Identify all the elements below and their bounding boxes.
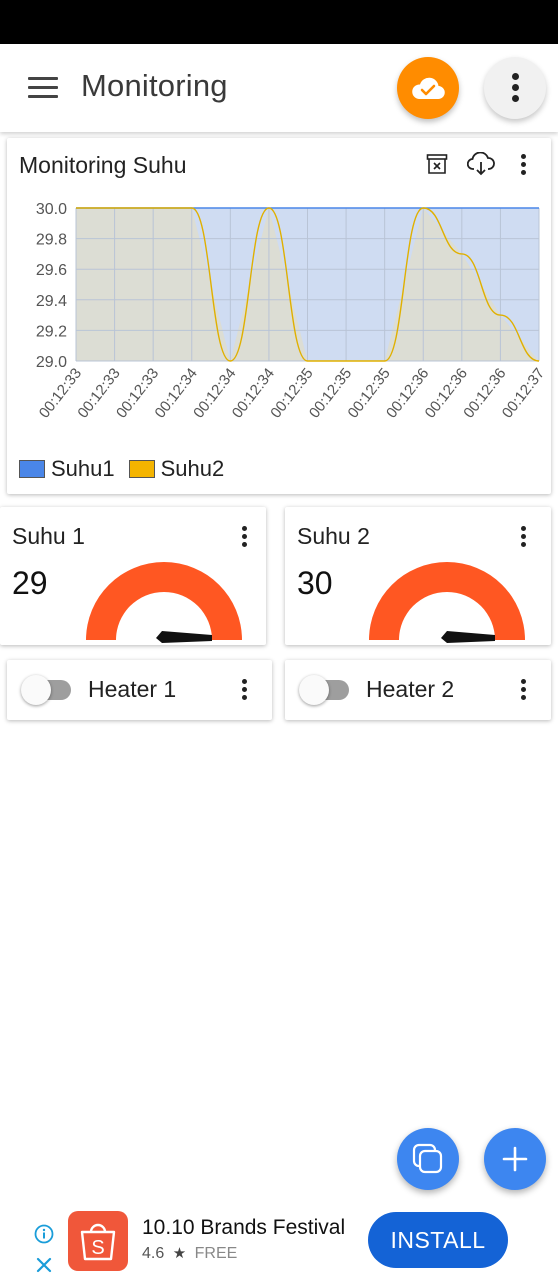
- cloud-check-icon: [412, 77, 445, 100]
- add-widget-button[interactable]: [484, 1128, 546, 1190]
- gauge-title: Suhu 1: [12, 523, 85, 549]
- y-tick-label: 29.2: [36, 323, 67, 340]
- chart-card-title: Monitoring Suhu: [19, 152, 187, 178]
- cloud-download-icon[interactable]: [467, 151, 495, 177]
- ad-rating: 4.6: [142, 1245, 165, 1262]
- legend-label-suhu2: Suhu2: [160, 456, 225, 481]
- page-title: Monitoring: [81, 68, 228, 103]
- more-vertical-icon[interactable]: [517, 678, 529, 702]
- switch-card-heater1: Heater 1: [7, 660, 272, 720]
- svg-text:S: S: [91, 1237, 104, 1259]
- ad-banner: S 10.10 Brands Festival 4.6 ★ FREE INSTA…: [0, 1202, 558, 1280]
- legend-swatch-suhu1: [19, 460, 45, 478]
- copy-icon: [412, 1143, 443, 1174]
- switch-card-heater2: Heater 2: [285, 660, 551, 720]
- more-vertical-icon[interactable]: [238, 525, 250, 549]
- more-vertical-icon[interactable]: [517, 153, 529, 177]
- ad-title[interactable]: 10.10 Brands Festival: [142, 1216, 345, 1240]
- switch-label: Heater 2: [366, 676, 455, 702]
- gauge-needle: [156, 631, 212, 643]
- gauge-needle: [441, 631, 495, 643]
- chart-card: Monitoring Suhu 30.0 29.8 29.6 29.4 29.2 29.0…: [7, 138, 551, 494]
- close-icon[interactable]: [35, 1256, 53, 1274]
- gauge-value: 29: [12, 565, 48, 601]
- install-button[interactable]: INSTALL: [368, 1212, 508, 1268]
- app-bar: Monitoring: [0, 44, 558, 132]
- ad-app-logo[interactable]: S: [68, 1211, 128, 1271]
- star-icon: ★: [172, 1245, 187, 1262]
- line-chart: 30.029.829.629.429.229.000:12:3300:12:33…: [36, 201, 548, 421]
- legend-label-suhu1: Suhu1: [51, 456, 115, 481]
- hamburger-menu-icon[interactable]: [22, 72, 64, 104]
- cloud-sync-button[interactable]: [397, 57, 459, 119]
- ad-price: FREE: [194, 1245, 238, 1262]
- info-icon[interactable]: [34, 1224, 54, 1244]
- gauge-card-suhu2: Suhu 2 30: [285, 507, 551, 645]
- chart-legend: Suhu1 Suhu2: [19, 456, 238, 482]
- y-tick-label: 29.4: [36, 293, 67, 310]
- duplicate-button[interactable]: [397, 1128, 459, 1190]
- y-tick-label: 30.0: [36, 201, 67, 218]
- gauge-dial: [369, 562, 525, 643]
- more-vertical-icon: [511, 73, 519, 103]
- legend-item-suhu1[interactable]: Suhu1: [19, 456, 115, 482]
- plus-icon: [502, 1146, 528, 1172]
- legend-item-suhu2[interactable]: Suhu2: [128, 456, 225, 482]
- more-vertical-icon[interactable]: [517, 525, 529, 549]
- y-tick-label: 29.8: [36, 232, 67, 249]
- gauge-value: 30: [297, 565, 333, 601]
- archive-delete-icon[interactable]: [425, 152, 449, 176]
- switch-label: Heater 1: [88, 676, 177, 702]
- y-tick-label: 29.6: [36, 262, 67, 279]
- more-vertical-icon[interactable]: [238, 678, 250, 702]
- heater1-toggle[interactable]: [21, 675, 79, 705]
- gauge-dial: [86, 562, 242, 643]
- y-tick-label: 29.0: [36, 354, 67, 371]
- status-bar: [0, 0, 558, 44]
- legend-swatch-suhu2: [128, 460, 155, 478]
- gauge-card-suhu1: Suhu 1 29: [0, 507, 266, 645]
- ad-rating-row: 4.6 ★ FREE: [142, 1244, 237, 1263]
- more-options-button[interactable]: [484, 57, 546, 119]
- gauge-title: Suhu 2: [297, 523, 370, 549]
- heater2-toggle[interactable]: [299, 675, 357, 705]
